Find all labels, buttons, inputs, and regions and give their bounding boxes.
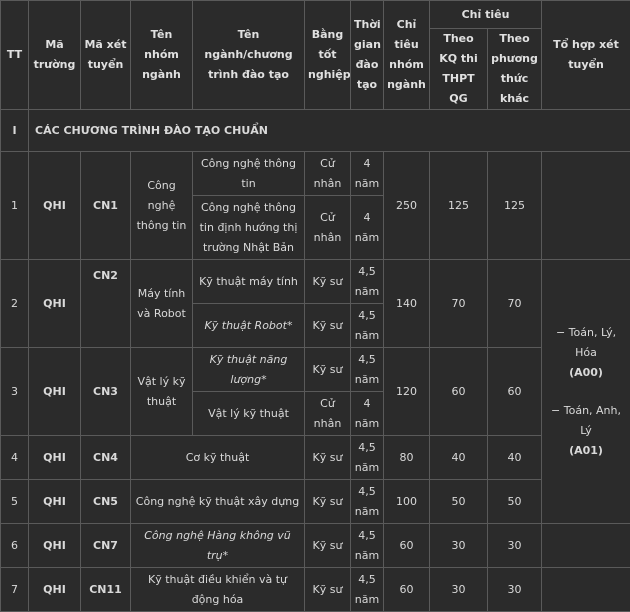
- row-5-khac: 50: [488, 480, 542, 524]
- row-2-program-1: Kỹ thuật máy tính: [193, 260, 305, 304]
- header-ten-nganh: Tên ngành/chương trình đào tạo: [193, 1, 305, 110]
- row-3-tt: 3: [1, 348, 29, 436]
- header-theo-pt: Theo phương thức khác: [488, 29, 542, 110]
- row-2-program-2-years: 4,5 năm: [351, 304, 384, 348]
- row-5-name: Công nghệ kỹ thuật xây dựng: [131, 480, 305, 524]
- row-1-kq: 125: [430, 152, 488, 260]
- row-1-program-1-years: 4 năm: [351, 152, 384, 196]
- row-1-program-2: Công nghệ thông tin định hướng thị trườn…: [193, 196, 305, 260]
- row-3-kq: 60: [430, 348, 488, 436]
- row-7-to-hop: [542, 568, 630, 612]
- row-4-tt: 4: [1, 436, 29, 480]
- header-ma-truong: Mã trường: [29, 1, 81, 110]
- row-5-kq: 50: [430, 480, 488, 524]
- to-hop-line-1: − Toán, Lý, Hóa: [545, 323, 627, 363]
- row-3-chi-tieu-nhom: 120: [384, 348, 430, 436]
- row-3-program-1-degree: Kỹ sư: [305, 348, 351, 392]
- row-1-khac: 125: [488, 152, 542, 260]
- row-3-program-1-years: 4,5 năm: [351, 348, 384, 392]
- header-bang-tot-nghiep: Bằng tốt nghiệp: [305, 1, 351, 110]
- to-hop-code-2: (A01): [545, 441, 627, 461]
- header-theo-kq: Theo KQ thi THPT QG: [430, 29, 488, 110]
- row-1-chi-tieu-nhom: 250: [384, 152, 430, 260]
- row-5-truong: QHI: [29, 480, 81, 524]
- row-7-chi-tieu-nhom: 60: [384, 568, 430, 612]
- row-4-truong: QHI: [29, 436, 81, 480]
- row-2-kq: 70: [430, 260, 488, 348]
- row-1-program-2-years: 4 năm: [351, 196, 384, 260]
- row-1-tt: 1: [1, 152, 29, 260]
- header-tt: TT: [1, 1, 29, 110]
- row-3-khac: 60: [488, 348, 542, 436]
- header-thoi-gian: Thời gian đào tạo: [351, 1, 384, 110]
- row-7-name: Kỹ thuật điều khiển và tự động hóa: [131, 568, 305, 612]
- row-3-program-1: Kỹ thuật năng lượng*: [193, 348, 305, 392]
- row-2-truong: QHI: [29, 260, 81, 348]
- row-2-program-1-degree: Kỹ sư: [305, 260, 351, 304]
- header-ma-xet-tuyen: Mã xét tuyển: [81, 1, 131, 110]
- row-1-ma: CN1: [81, 152, 131, 260]
- row-5-ma: CN5: [81, 480, 131, 524]
- header-ten-nhom-nganh: Tên nhóm ngành: [131, 1, 193, 110]
- header-to-hop: Tổ hợp xét tuyển: [542, 1, 630, 110]
- row-2-ma: CN2: [81, 260, 131, 348]
- row-4-years: 4,5 năm: [351, 436, 384, 480]
- row-6-khac: 30: [488, 524, 542, 568]
- row-2-tt: 2: [1, 260, 29, 348]
- row-1-nhom: Công nghệ thông tin: [131, 152, 193, 260]
- row-3-program-2-years: 4 năm: [351, 392, 384, 436]
- row-7-kq: 30: [430, 568, 488, 612]
- row-3-program-2: Vật lý kỹ thuật: [193, 392, 305, 436]
- row-5-degree: Kỹ sư: [305, 480, 351, 524]
- header-chi-tieu: Chỉ tiêu: [430, 1, 542, 29]
- row-6-truong: QHI: [29, 524, 81, 568]
- row-6-tt: 6: [1, 524, 29, 568]
- row-6-name: Công nghệ Hàng không vũ trụ*: [131, 524, 305, 568]
- header-chi-tieu-nhom: Chỉ tiêu nhóm ngành: [384, 1, 430, 110]
- row-4-khac: 40: [488, 436, 542, 480]
- to-hop-code-1: (A00): [545, 363, 627, 383]
- row-1-program-1: Công nghệ thông tin: [193, 152, 305, 196]
- row-1-program-1-degree: Cử nhân: [305, 152, 351, 196]
- row-1-truong: QHI: [29, 152, 81, 260]
- row-6-kq: 30: [430, 524, 488, 568]
- row-5-tt: 5: [1, 480, 29, 524]
- row-2-nhom: Máy tính và Robot: [131, 260, 193, 348]
- row-1-program-2-degree: Cử nhân: [305, 196, 351, 260]
- row-2-khac: 70: [488, 260, 542, 348]
- row-6-chi-tieu-nhom: 60: [384, 524, 430, 568]
- row-6-years: 4,5 năm: [351, 524, 384, 568]
- admission-table: TT Mã trường Mã xét tuyển Tên nhóm ngành…: [0, 0, 630, 612]
- row-7-khac: 30: [488, 568, 542, 612]
- row-7-years: 4,5 năm: [351, 568, 384, 612]
- row-3-nhom: Vật lý kỹ thuật: [131, 348, 193, 436]
- row-4-kq: 40: [430, 436, 488, 480]
- row-4-chi-tieu-nhom: 80: [384, 436, 430, 480]
- row-7-truong: QHI: [29, 568, 81, 612]
- row-3-truong: QHI: [29, 348, 81, 436]
- row-4-ma: CN4: [81, 436, 131, 480]
- row-7-ma: CN11: [81, 568, 131, 612]
- row-1-to-hop: [542, 152, 630, 260]
- row-2-chi-tieu-nhom: 140: [384, 260, 430, 348]
- row-7-tt: 7: [1, 568, 29, 612]
- row-2-program-2-degree: Kỹ sư: [305, 304, 351, 348]
- row-3-ma: CN3: [81, 348, 131, 436]
- row-7-degree: Kỹ sư: [305, 568, 351, 612]
- to-hop-xet-tuyen: − Toán, Lý, Hóa (A00) − Toán, Anh, Lý (A…: [542, 260, 630, 524]
- row-2-program-1-years: 4,5 năm: [351, 260, 384, 304]
- row-6-degree: Kỹ sư: [305, 524, 351, 568]
- section-number: I: [1, 110, 29, 152]
- row-5-years: 4,5 năm: [351, 480, 384, 524]
- row-4-name: Cơ kỹ thuật: [131, 436, 305, 480]
- section-title: CÁC CHƯƠNG TRÌNH ĐÀO TẠO CHUẨN: [29, 110, 630, 152]
- to-hop-line-2: − Toán, Anh, Lý: [545, 401, 627, 441]
- row-4-degree: Kỹ sư: [305, 436, 351, 480]
- row-6-ma: CN7: [81, 524, 131, 568]
- row-3-program-2-degree: Cử nhân: [305, 392, 351, 436]
- row-5-chi-tieu-nhom: 100: [384, 480, 430, 524]
- row-2-program-2: Kỹ thuật Robot*: [193, 304, 305, 348]
